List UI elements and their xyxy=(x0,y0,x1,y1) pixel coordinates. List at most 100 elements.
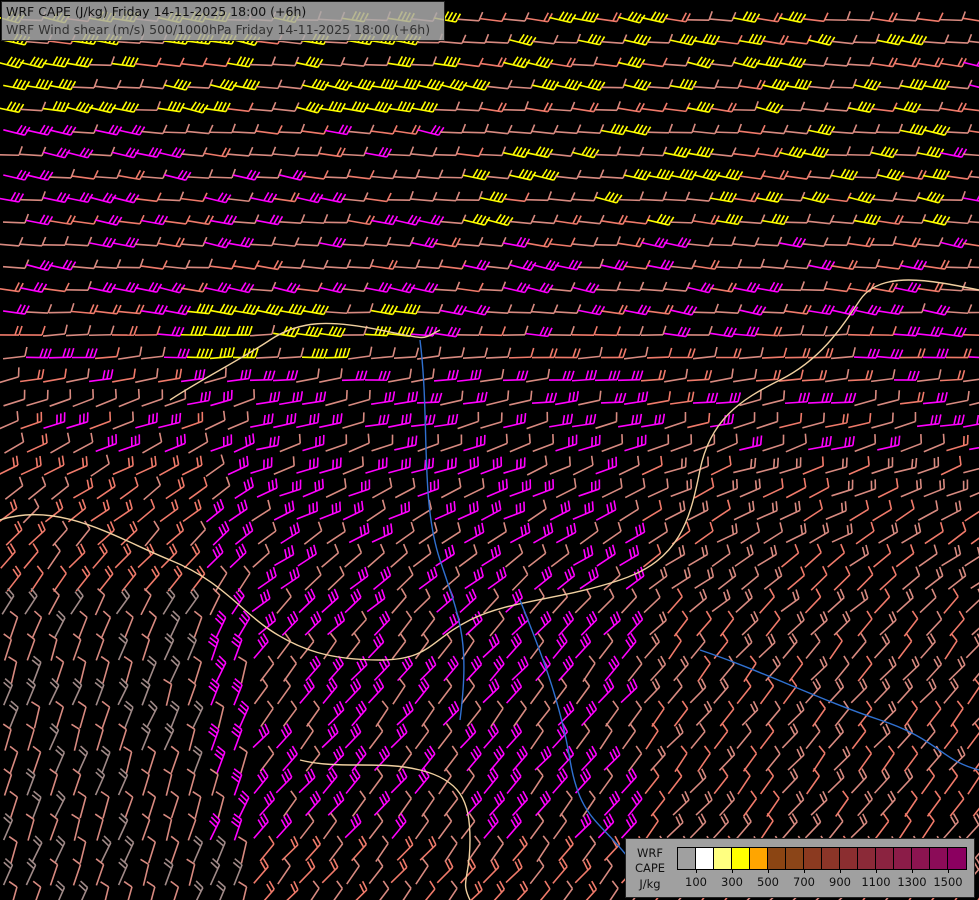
wind-barb xyxy=(319,368,343,383)
wind-barb xyxy=(503,412,527,429)
wind-barb xyxy=(939,11,967,22)
wind-barb xyxy=(963,466,979,474)
wind-barb xyxy=(163,768,173,796)
wind-barb xyxy=(364,236,392,247)
wind-barb xyxy=(417,214,445,226)
wind-barb xyxy=(466,745,482,772)
wind-barb xyxy=(964,546,979,567)
wind-barb xyxy=(555,391,579,406)
wind-barb xyxy=(733,412,756,430)
wind-barb xyxy=(689,678,707,704)
wind-barb xyxy=(65,236,93,247)
wind-barb xyxy=(877,33,905,46)
wind-barb xyxy=(250,192,278,204)
wind-barb xyxy=(733,11,761,23)
wind-barb xyxy=(509,259,537,272)
wind-barb xyxy=(531,304,559,315)
wind-barb xyxy=(972,663,979,682)
wind-barb xyxy=(686,325,713,336)
wind-barb xyxy=(687,101,715,114)
legend-swatch xyxy=(696,848,714,869)
wind-barb xyxy=(509,479,532,497)
wind-barb xyxy=(65,325,92,337)
wind-barb xyxy=(388,56,415,68)
wind-barb xyxy=(621,768,638,794)
wind-barb xyxy=(66,456,88,476)
wind-barb xyxy=(647,168,675,181)
wind-barb xyxy=(640,191,668,202)
legend-tick xyxy=(768,869,769,873)
wind-barb xyxy=(50,476,70,501)
wind-barb xyxy=(624,304,652,316)
wind-barb xyxy=(368,722,384,750)
wind-barb xyxy=(27,476,47,501)
wind-barb xyxy=(259,655,275,682)
wind-barb xyxy=(4,432,25,454)
wind-barb xyxy=(617,281,645,292)
wind-barb xyxy=(480,191,508,204)
wind-barb xyxy=(480,368,505,383)
wind-barb xyxy=(571,56,599,67)
wind-barb xyxy=(301,125,329,135)
wind-barb xyxy=(364,192,392,203)
wind-barb xyxy=(280,522,301,545)
wind-barb xyxy=(595,412,618,430)
wind-barb xyxy=(170,790,180,819)
legend-swatch xyxy=(930,848,948,869)
wind-barb xyxy=(739,33,767,46)
wind-barb xyxy=(256,259,284,271)
wind-barb xyxy=(808,436,832,451)
wind-barb xyxy=(548,370,575,381)
wind-barb xyxy=(605,880,619,900)
wind-barb xyxy=(532,78,560,91)
wind-barb xyxy=(467,835,481,862)
wind-barb xyxy=(970,575,979,590)
legend-swatch xyxy=(948,848,966,869)
wind-barb xyxy=(578,33,606,46)
wind-barb xyxy=(388,413,412,429)
wind-barb xyxy=(779,146,807,159)
legend-tick xyxy=(732,869,733,873)
wind-barb xyxy=(578,78,606,91)
wind-barb xyxy=(259,835,275,862)
wind-barb xyxy=(272,370,299,382)
wind-barb xyxy=(342,456,364,475)
wind-barb xyxy=(805,633,821,660)
wind-barb xyxy=(117,632,129,661)
wind-barb xyxy=(511,565,529,591)
wind-barb xyxy=(421,790,435,818)
wind-barb xyxy=(112,192,140,204)
wind-barb xyxy=(670,33,698,46)
wind-barb xyxy=(873,543,892,568)
wind-barb xyxy=(506,723,523,749)
wind-barb xyxy=(848,191,876,204)
wind-barb xyxy=(555,78,583,91)
wind-barb xyxy=(485,124,513,135)
wind-barb xyxy=(508,303,535,314)
wind-barb xyxy=(945,304,973,315)
wind-barb xyxy=(765,610,781,637)
wind-barb xyxy=(135,455,157,476)
wind-barb xyxy=(779,11,807,24)
wind-barb xyxy=(648,522,669,545)
wind-barb xyxy=(944,632,958,660)
wind-barb xyxy=(157,326,185,337)
wind-barb xyxy=(742,745,758,772)
wind-barb xyxy=(186,303,214,315)
wind-barb xyxy=(893,370,920,381)
wind-barb xyxy=(830,34,858,45)
wind-barb xyxy=(19,325,46,336)
wind-barb xyxy=(318,56,346,67)
wind-barb xyxy=(647,259,675,271)
wind-barb xyxy=(582,655,596,683)
wind-barb xyxy=(854,78,882,91)
wind-barb xyxy=(599,857,613,885)
wind-barb xyxy=(256,478,278,498)
wind-barb xyxy=(824,192,852,203)
wind-barb xyxy=(697,655,711,683)
wind-barb xyxy=(571,237,599,247)
wind-barb xyxy=(71,215,99,225)
wind-barb xyxy=(276,677,292,705)
wind-barb xyxy=(94,767,106,796)
wind-barb xyxy=(441,522,462,545)
